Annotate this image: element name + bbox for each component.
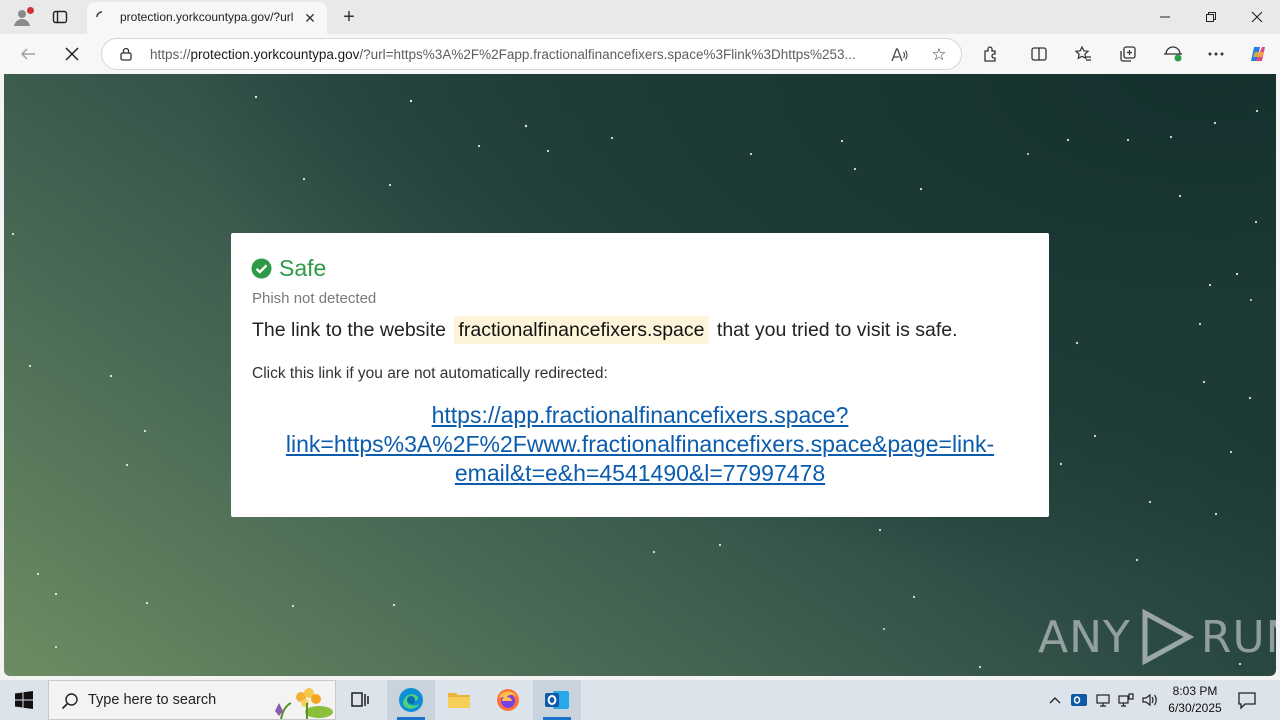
copilot-icon[interactable]: [1245, 42, 1271, 66]
taskbar-outlook[interactable]: [533, 680, 581, 720]
safe-link-card: Safe Phish not detected The link to the …: [231, 233, 1049, 517]
search-icon: [61, 693, 78, 710]
browser-toolbar: https://protection.yorkcountypa.gov/?url…: [0, 34, 1280, 74]
check-circle-icon: [251, 258, 272, 278]
safe-message: The link to the website fractionalfinanc…: [252, 316, 958, 344]
lock-icon[interactable]: [119, 47, 133, 61]
start-button[interactable]: [0, 680, 48, 720]
minimize-button[interactable]: [1142, 0, 1188, 34]
taskbar-edge[interactable]: [387, 680, 435, 720]
volume-icon[interactable]: [1140, 690, 1160, 710]
tray-wired-network-icon[interactable]: [1116, 690, 1136, 710]
taskbar-file-explorer[interactable]: [435, 680, 483, 720]
profile-icon[interactable]: [8, 5, 36, 29]
browser-essentials-icon[interactable]: [1160, 42, 1186, 66]
watermark-left-text: ANY: [1038, 611, 1131, 663]
notification-center-icon[interactable]: [1236, 689, 1258, 711]
tab-title: protection.yorkcountypa.gov/?url: [120, 10, 294, 24]
tray-outlook-icon[interactable]: [1069, 690, 1089, 710]
page-viewport: Safe Phish not detected The link to the …: [4, 74, 1276, 676]
message-after: that you tried to visit is safe.: [716, 319, 958, 341]
new-tab-button[interactable]: +: [337, 5, 361, 29]
taskbar-clock[interactable]: 8:03 PM 6/30/2025: [1160, 683, 1230, 717]
tab-close-icon[interactable]: ✕: [301, 9, 319, 27]
windows-taskbar: Type here to search 8:03 PM 6/30/2025: [0, 680, 1280, 720]
clock-date: 6/30/2025: [1168, 701, 1222, 715]
edge-icon: [399, 688, 423, 712]
back-button[interactable]: [14, 40, 42, 68]
folder-icon: [448, 693, 470, 708]
restore-button[interactable]: [1188, 0, 1234, 34]
collections-icon[interactable]: [1115, 42, 1141, 66]
read-aloud-icon[interactable]: [888, 45, 910, 65]
message-before: The link to the website: [252, 319, 447, 341]
settings-more-icon[interactable]: [1203, 42, 1229, 66]
windows-logo-icon: [15, 691, 33, 709]
show-hidden-icons-chevron-icon[interactable]: [1045, 690, 1065, 710]
outlook-icon: [545, 691, 569, 709]
notification-dot-icon: [27, 7, 34, 14]
redirect-link[interactable]: https://app.fractionalfinancefixers.spac…: [261, 401, 1019, 488]
redirect-prompt: Click this link if you are not automatic…: [252, 365, 608, 382]
address-url[interactable]: https://protection.yorkcountypa.gov/?url…: [150, 47, 880, 62]
stop-loading-button[interactable]: [58, 40, 86, 68]
play-logo-icon: [1142, 608, 1195, 666]
close-window-button[interactable]: [1234, 0, 1280, 34]
address-bar[interactable]: https://protection.yorkcountypa.gov/?url…: [101, 38, 962, 70]
tab-actions-icon[interactable]: [46, 5, 74, 29]
task-view-button[interactable]: [336, 680, 384, 720]
domain-highlight: fractionalfinancefixers.space: [454, 316, 709, 344]
taskbar-search-box[interactable]: Type here to search: [48, 680, 336, 720]
clock-time: 8:03 PM: [1172, 684, 1218, 698]
active-tab[interactable]: protection.yorkcountypa.gov/?url ✕: [87, 2, 327, 34]
watermark-right-text: RUN: [1200, 611, 1276, 663]
add-favorite-star-icon[interactable]: ☆: [928, 44, 950, 66]
taskbar-firefox[interactable]: [484, 680, 532, 720]
split-screen-icon[interactable]: [1026, 42, 1052, 66]
firefox-icon: [497, 689, 519, 711]
task-view-icon: [351, 692, 369, 707]
extensions-icon[interactable]: [978, 42, 1004, 66]
browser-title-bar: protection.yorkcountypa.gov/?url ✕ +: [0, 0, 1280, 34]
search-flowers-icon: [275, 688, 333, 719]
anyrun-watermark: ANY RUN: [1038, 607, 1276, 667]
status-row: Safe: [251, 255, 326, 281]
loading-spinner-icon: [96, 11, 103, 18]
status-subtitle: Phish not detected: [252, 290, 377, 307]
favorites-icon[interactable]: [1070, 42, 1096, 66]
status-title: Safe: [279, 254, 327, 281]
tray-network-adapter-icon[interactable]: [1093, 690, 1113, 710]
search-placeholder: Type here to search: [88, 692, 217, 708]
